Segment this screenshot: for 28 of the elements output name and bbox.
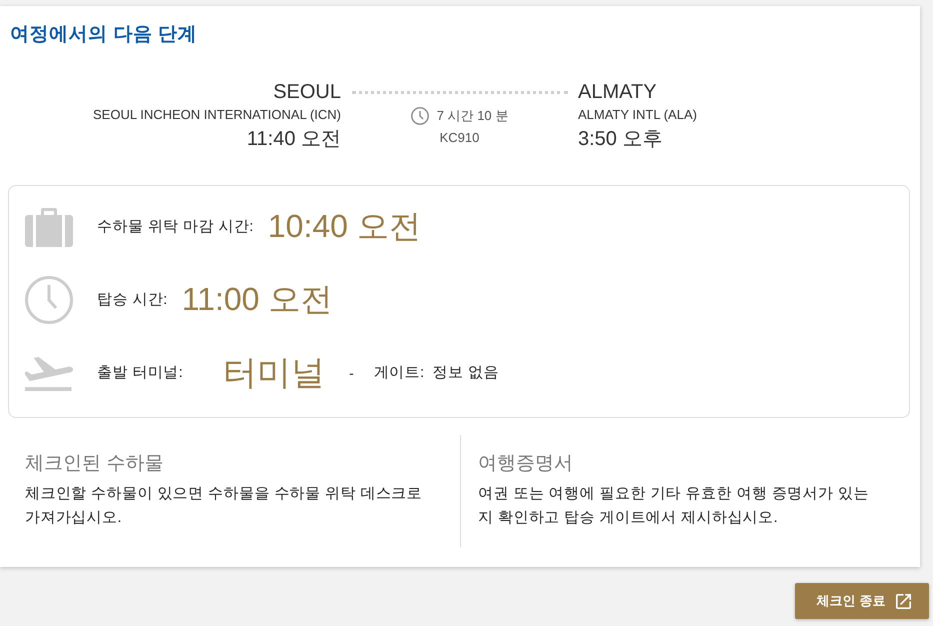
gate-value: 정보 없음 <box>432 363 499 382</box>
note-text: 여권 또는 여행에 필요한 기타 유효한 여행 증명서가 있는지 확인하고 탑승 게이트에서 제시하십시오. <box>478 484 870 528</box>
note-heading: 여행증명서 <box>478 452 573 476</box>
end-checkin-button[interactable]: 체크인 종료 <box>795 583 929 619</box>
detail-value: 11:00 오전 <box>182 280 332 318</box>
plane-takeoff-icon <box>25 356 73 390</box>
gate-label: 게이트: <box>374 363 425 382</box>
clock-icon <box>410 107 429 125</box>
arrival-time: 3:50 오후 <box>578 127 662 152</box>
flight-number: KC910 <box>440 129 480 147</box>
origin-airport: SEOUL INCHEON INTERNATIONAL (ICN) <box>93 106 341 124</box>
detail-label: 탑승 시간: <box>97 290 168 309</box>
note-text: 체크인할 수하물이 있으면 수하물을 수하물 위탁 데스크로 가져가십시오. <box>25 484 424 528</box>
detail-value: 10:40 오전 <box>268 206 421 246</box>
destination-airport: ALMATY INTL (ALA) <box>578 106 697 124</box>
note-heading: 체크인된 수하물 <box>25 452 164 476</box>
dash-separator: - <box>349 364 354 380</box>
external-link-icon <box>896 594 912 608</box>
detail-label: 출발 터미널: <box>97 363 184 382</box>
suitcase-icon <box>25 206 73 246</box>
origin-city: SEOUL <box>273 80 341 104</box>
detail-label: 수하물 위탁 마감 시간: <box>97 217 254 236</box>
departure-time: 11:40 오전 <box>246 127 341 152</box>
section-title: 여정에서의 다음 단계 <box>10 23 198 47</box>
detail-value: 터미널 <box>223 352 326 394</box>
flight-duration: 7 시간 10 분 <box>436 107 508 125</box>
destination-city: ALMATY <box>578 80 657 104</box>
clock-icon <box>25 276 73 324</box>
